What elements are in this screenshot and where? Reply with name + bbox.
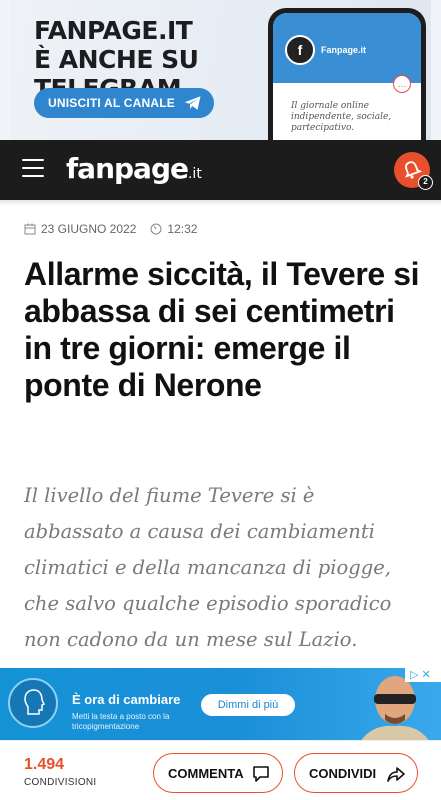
- ad-cta-button[interactable]: Dimmi di più: [201, 694, 295, 716]
- share-icon: [387, 767, 405, 782]
- article-subtitle: Il livello del fiume Tevere si è abbassa…: [24, 484, 392, 651]
- notifications-button[interactable]: 2: [394, 152, 433, 190]
- phone-mockup: f Fanpage.it … Il giornale online indipe…: [268, 8, 426, 140]
- join-channel-button[interactable]: UNISCITI AL CANALE: [34, 88, 214, 118]
- ad-text: Metti la testa a posto con la tricopigme…: [72, 712, 170, 731]
- ad-title: È ora di cambiare: [72, 692, 181, 707]
- notifications-badge: 2: [418, 175, 433, 190]
- phone-tagline: Il giornale online indipendente, sociale…: [291, 101, 392, 133]
- calendar-icon: [24, 223, 36, 235]
- comment-label: COMMENTA: [168, 765, 244, 781]
- header-shadow: [0, 200, 441, 206]
- ad-banner[interactable]: È ora di cambiare Metti la testa a posto…: [0, 668, 441, 740]
- article-time: 12:32: [167, 222, 198, 236]
- shares-count: 1.494: [24, 756, 65, 773]
- shares-label: CONDIVISIONI: [24, 777, 97, 788]
- phone-channel-name: Fanpage.it: [321, 45, 367, 55]
- channel-avatar: f: [285, 35, 315, 65]
- telegram-promo-banner[interactable]: FANPAGE.IT È ANCHE SU TELEGRAM UNISCITI …: [0, 0, 441, 140]
- comment-icon: [253, 766, 269, 782]
- article-headline: Allarme siccità, il Tevere si abbassa di…: [24, 256, 420, 403]
- phone-screen: f Fanpage.it … Il giornale online indipe…: [273, 13, 421, 140]
- share-label: CONDIVIDI: [309, 765, 377, 781]
- logo-text: fanpage: [66, 152, 189, 185]
- site-header: fanpage.it 2: [0, 140, 441, 200]
- share-footer: 1.494 CONDIVISIONI COMMENTA CONDIVIDI: [0, 740, 441, 800]
- telegram-icon: [184, 96, 201, 110]
- head-icon: [24, 689, 46, 715]
- article-meta: 23 GIUGNO 2022 12:32: [24, 222, 197, 236]
- article-date: 23 GIUGNO 2022: [41, 222, 137, 236]
- phone-header: f Fanpage.it: [273, 13, 421, 83]
- join-channel-label: UNISCITI AL CANALE: [48, 96, 175, 110]
- comment-button[interactable]: COMMENTA: [153, 753, 283, 793]
- logo-tld: .it: [187, 166, 202, 182]
- share-button[interactable]: CONDIVIDI: [294, 753, 418, 793]
- advertiser-logo: [8, 678, 58, 728]
- site-logo[interactable]: fanpage.it: [66, 152, 202, 185]
- ad-choices[interactable]: ▷ ✕: [405, 668, 441, 682]
- promo-title-line1: FANPAGE.IT: [34, 16, 193, 45]
- ad-choices-label: ▷ ✕: [410, 669, 431, 681]
- promo-background: FANPAGE.IT È ANCHE SU TELEGRAM UNISCITI …: [10, 0, 431, 140]
- chat-bubble-icon: …: [393, 75, 411, 93]
- menu-icon[interactable]: [22, 159, 44, 177]
- clock-icon: [150, 223, 162, 235]
